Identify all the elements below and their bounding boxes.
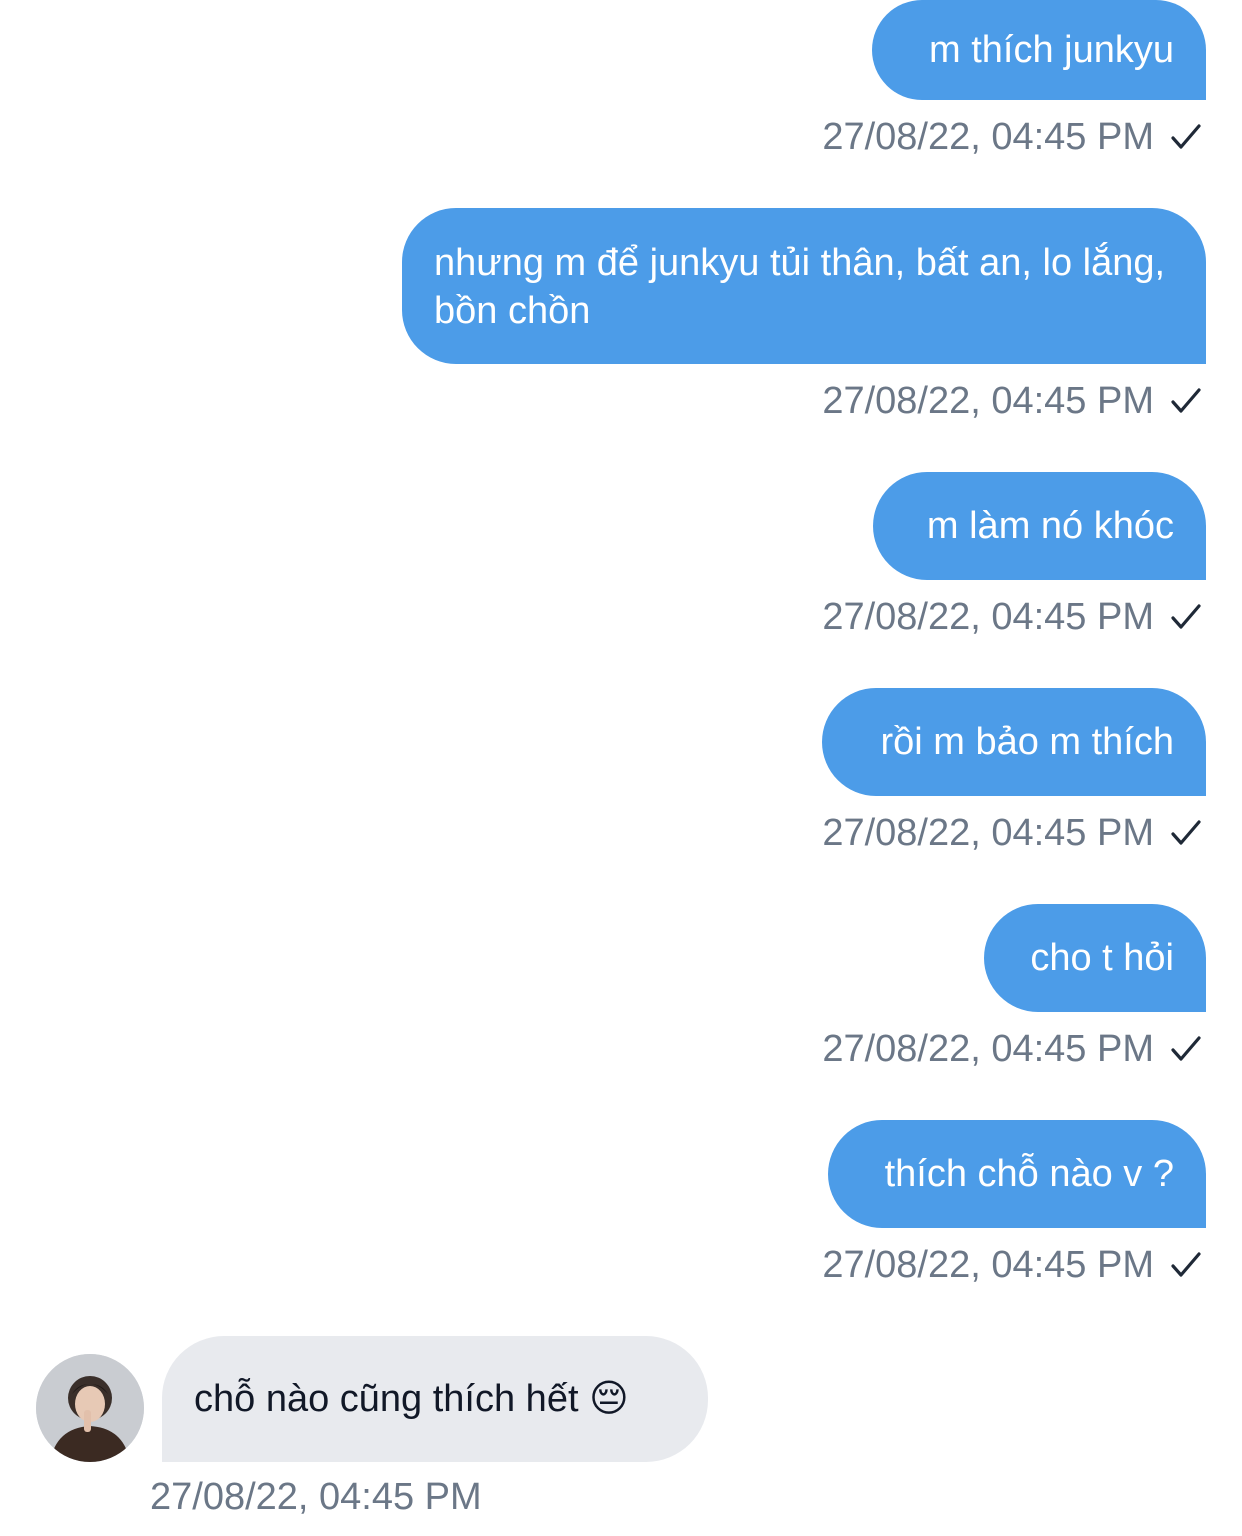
message-timestamp: 27/08/22, 04:45 PM [822, 595, 1154, 638]
message-text: thích chỗ nào v ? [884, 1153, 1174, 1195]
outgoing-message-bubble[interactable]: rồi m bảo m thích [822, 688, 1206, 796]
message-timestamp: 27/08/22, 04:45 PM [822, 379, 1154, 422]
message-text: m thích junkyu [929, 29, 1174, 71]
check-icon [1170, 1033, 1202, 1065]
message-timestamp: 27/08/22, 04:45 PM [150, 1476, 482, 1518]
message-text: cho t hỏi [1030, 937, 1174, 979]
check-icon [1170, 385, 1202, 417]
message-timestamp: 27/08/22, 04:45 PM [822, 811, 1154, 854]
incoming-message-bubble[interactable]: chỗ nào cũng thích hết 😔 [162, 1336, 708, 1462]
message-timestamp: 27/08/22, 04:45 PM [822, 1027, 1154, 1070]
outgoing-message-bubble[interactable]: cho t hỏi [984, 904, 1206, 1012]
check-icon [1170, 1249, 1202, 1281]
message-meta: 27/08/22, 04:45 PM [822, 809, 1202, 857]
check-icon [1170, 817, 1202, 849]
message-timestamp: 27/08/22, 04:45 PM [822, 1243, 1154, 1286]
message-meta: 27/08/22, 04:45 PM [822, 113, 1202, 161]
message-text: m làm nó khóc [926, 505, 1174, 547]
outgoing-message-bubble[interactable]: thích chỗ nào v ? [828, 1120, 1206, 1228]
user-avatar[interactable] [36, 1354, 144, 1462]
outgoing-message-bubble[interactable]: m thích junkyu [872, 0, 1206, 100]
check-icon [1170, 601, 1202, 633]
outgoing-message-bubble[interactable]: m làm nó khóc [873, 472, 1206, 580]
check-icon [1170, 121, 1202, 153]
message-timestamp: 27/08/22, 04:45 PM [822, 115, 1154, 158]
chat-thread: m thích junkyu 27/08/22, 04:45 PM nhưng … [0, 0, 1242, 1536]
message-meta: 27/08/22, 04:45 PM [822, 593, 1202, 641]
message-meta: 27/08/22, 04:45 PM [822, 377, 1202, 425]
message-meta: 27/08/22, 04:45 PM [822, 1241, 1202, 1289]
message-text: rồi m bảo m thích [880, 721, 1174, 763]
message-text: nhưng m để junkyu tủi thân, bất an, lo l… [434, 242, 1166, 332]
message-meta: 27/08/22, 04:45 PM [822, 1025, 1202, 1073]
message-text: chỗ nào cũng thích hết 😔 [194, 1378, 629, 1420]
outgoing-message-bubble[interactable]: nhưng m để junkyu tủi thân, bất an, lo l… [402, 208, 1206, 364]
